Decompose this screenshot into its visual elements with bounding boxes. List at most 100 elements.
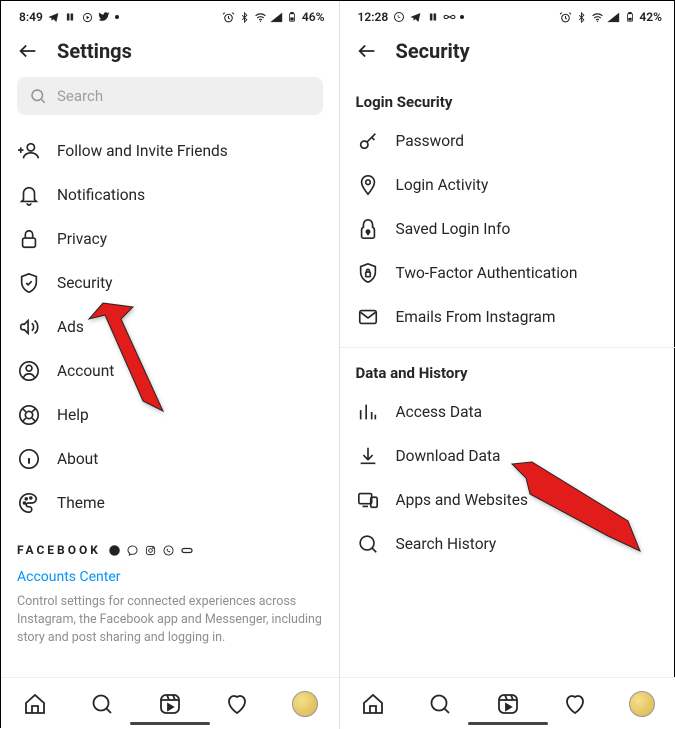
search-placeholder: Search xyxy=(57,87,103,105)
screen-settings: 8:49 46% Settings xyxy=(1,1,339,729)
nav-activity[interactable] xyxy=(562,691,588,717)
home-indicator xyxy=(130,722,210,725)
section-data-history: Data and History xyxy=(340,348,675,390)
infinity-icon xyxy=(443,11,456,24)
settings-item-privacy[interactable]: Privacy xyxy=(15,217,325,261)
security-item-saved-login[interactable]: Saved Login Info xyxy=(354,207,663,251)
add-person-icon xyxy=(17,139,41,163)
help-icon xyxy=(17,403,41,427)
label: Security xyxy=(57,274,113,292)
brand-name: FACEBOOK xyxy=(17,543,101,557)
label: Apps and Websites xyxy=(396,491,528,509)
security-item-access-data[interactable]: Access Data xyxy=(354,390,663,434)
play-outline-icon xyxy=(81,11,94,24)
instagram-icon xyxy=(145,544,157,556)
label: Emails From Instagram xyxy=(396,308,556,326)
telegram-icon xyxy=(409,11,422,24)
label: Password xyxy=(396,132,464,150)
whatsapp-icon xyxy=(163,544,175,556)
brand-block: FACEBOOK Accounts Center Control setting… xyxy=(1,525,339,647)
settings-item-ads[interactable]: Ads xyxy=(15,305,325,349)
brand-icons xyxy=(109,544,193,556)
twitter-icon xyxy=(98,11,111,24)
security-item-password[interactable]: Password xyxy=(354,119,663,163)
settings-item-notifications[interactable]: Notifications xyxy=(15,173,325,217)
status-time: 8:49 xyxy=(19,10,43,24)
label: Search History xyxy=(396,535,497,553)
bell-icon xyxy=(17,183,41,207)
label: About xyxy=(57,450,98,468)
alarm-icon xyxy=(222,11,235,24)
label: Account xyxy=(57,362,114,380)
facebook-icon xyxy=(109,544,121,556)
settings-item-account[interactable]: Account xyxy=(15,349,325,393)
status-battery: 42% xyxy=(639,10,662,24)
label: Access Data xyxy=(396,403,483,421)
key-icon xyxy=(356,129,380,153)
nav-reels[interactable] xyxy=(495,691,521,717)
status-time: 12:28 xyxy=(358,10,389,24)
search-icon xyxy=(356,532,380,556)
nav-activity[interactable] xyxy=(224,691,250,717)
section-login-security: Login Security xyxy=(340,77,675,119)
bottom-nav xyxy=(1,677,339,729)
nav-profile[interactable] xyxy=(292,691,318,717)
download-icon xyxy=(356,444,380,468)
security-item-twofactor[interactable]: Two-Factor Authentication xyxy=(354,251,663,295)
status-bar: 12:28 42% xyxy=(340,1,675,29)
back-button[interactable] xyxy=(356,40,378,62)
location-icon xyxy=(356,173,380,197)
status-bar: 8:49 46% xyxy=(1,1,339,29)
label: Two-Factor Authentication xyxy=(396,264,578,282)
nav-home[interactable] xyxy=(22,691,48,717)
security-item-search-history[interactable]: Search History xyxy=(354,522,663,566)
label: Theme xyxy=(57,494,105,512)
bottom-nav xyxy=(340,677,675,729)
home-indicator xyxy=(468,722,548,725)
security-item-login-activity[interactable]: Login Activity xyxy=(354,163,663,207)
security-item-apps-websites[interactable]: Apps and Websites xyxy=(354,478,663,522)
accounts-center-link[interactable]: Accounts Center xyxy=(17,557,323,593)
settings-item-security[interactable]: Security xyxy=(15,261,325,305)
lock-icon xyxy=(17,227,41,251)
settings-list: Follow and Invite Friends Notifications … xyxy=(1,129,339,525)
megaphone-icon xyxy=(17,315,41,339)
status-battery: 46% xyxy=(302,10,325,24)
wifi-icon xyxy=(254,11,267,24)
security-item-download-data[interactable]: Download Data xyxy=(354,434,663,478)
settings-item-about[interactable]: About xyxy=(15,437,325,481)
wifi-icon xyxy=(591,11,604,24)
brand-description: Control settings for connected experienc… xyxy=(17,593,323,647)
label: Privacy xyxy=(57,230,107,248)
page-title: Security xyxy=(396,39,470,63)
security-item-emails[interactable]: Emails From Instagram xyxy=(354,295,663,339)
nav-search[interactable] xyxy=(89,691,115,717)
label: Login Activity xyxy=(396,176,489,194)
palette-icon xyxy=(17,491,41,515)
nav-search[interactable] xyxy=(427,691,453,717)
settings-item-follow[interactable]: Follow and Invite Friends xyxy=(15,129,325,173)
oculus-icon xyxy=(181,544,193,556)
label: Download Data xyxy=(396,447,501,465)
nav-reels[interactable] xyxy=(157,691,183,717)
status-dot xyxy=(115,15,119,19)
label: Follow and Invite Friends xyxy=(57,142,228,160)
nav-home[interactable] xyxy=(360,691,386,717)
whatsapp-status-icon xyxy=(392,11,405,24)
status-dot xyxy=(460,15,464,19)
search-input[interactable]: Search xyxy=(17,77,323,115)
keyhole-icon xyxy=(356,217,380,241)
bluetooth-icon xyxy=(238,11,251,24)
label: Help xyxy=(57,406,89,424)
label: Notifications xyxy=(57,186,145,204)
pause-icon xyxy=(426,11,439,24)
nav-profile[interactable] xyxy=(629,691,655,717)
shield-lock-icon xyxy=(356,261,380,285)
settings-item-help[interactable]: Help xyxy=(15,393,325,437)
page-title: Settings xyxy=(57,39,132,63)
label: Ads xyxy=(57,318,84,336)
back-button[interactable] xyxy=(17,40,39,62)
label: Saved Login Info xyxy=(396,220,511,238)
settings-item-theme[interactable]: Theme xyxy=(15,481,325,525)
signal-icon xyxy=(270,11,283,24)
